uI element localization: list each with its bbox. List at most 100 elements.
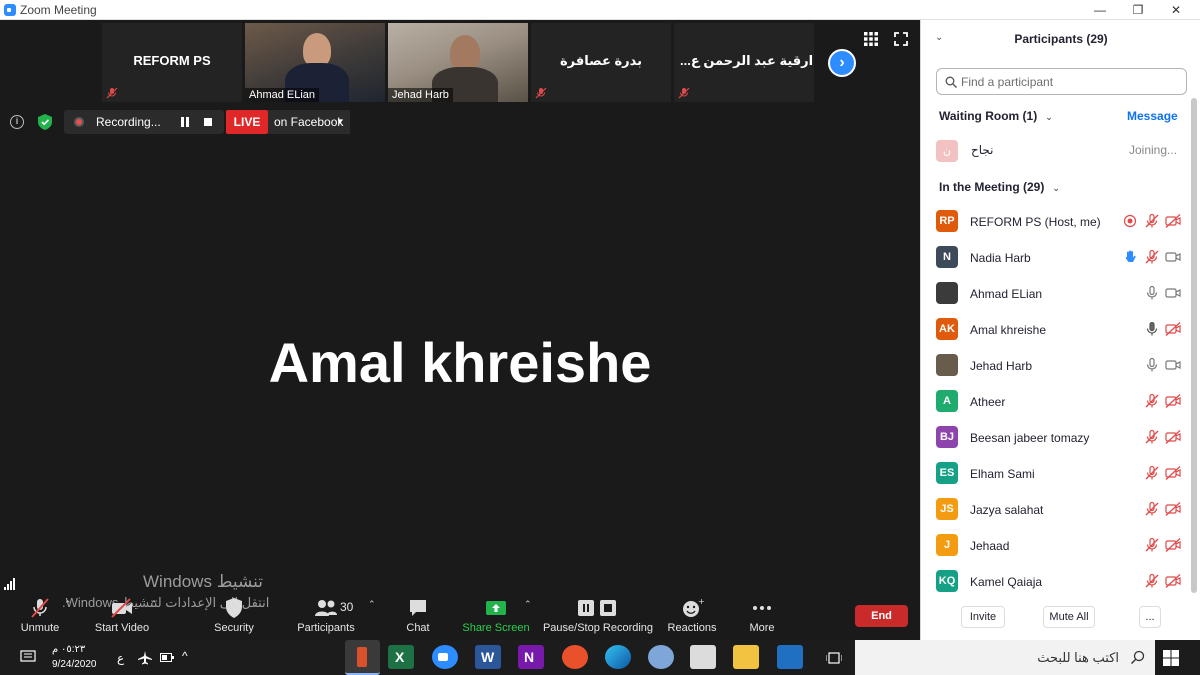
thumbnail-name: بدرة عصافرة bbox=[559, 53, 642, 68]
participant-row[interactable]: N Nadia Harb bbox=[921, 246, 1193, 282]
raised-hand-icon bbox=[1122, 249, 1138, 265]
video-icon bbox=[1165, 357, 1181, 373]
app-icon[interactable] bbox=[562, 645, 588, 669]
thumbnail-name: Jehad Harb bbox=[388, 88, 453, 102]
app-icon bbox=[357, 647, 367, 667]
invite-button[interactable]: Invite bbox=[961, 606, 1005, 628]
participant-row[interactable]: Jehad Harb bbox=[921, 354, 1193, 390]
info-icon[interactable]: i bbox=[10, 115, 24, 129]
participant-row[interactable]: KQ Kamel Qaiaja bbox=[921, 570, 1193, 606]
video-thumbnail[interactable]: Jehad Harb bbox=[388, 23, 528, 102]
pause-icon[interactable] bbox=[180, 117, 190, 127]
participant-name: Amal khreishe bbox=[970, 323, 1047, 337]
chevron-up-icon[interactable]: ^ bbox=[182, 649, 188, 663]
participant-row[interactable]: JS Jazya salahat bbox=[921, 498, 1193, 534]
avatar: N bbox=[936, 246, 958, 268]
video-thumbnail[interactable]: بدرة عصافرة bbox=[531, 23, 671, 102]
taskbar-app-button[interactable] bbox=[345, 640, 380, 675]
avatar bbox=[936, 282, 958, 304]
participant-name: نجاح bbox=[971, 143, 994, 157]
active-speaker-name: Amal khreishe bbox=[268, 331, 652, 394]
minimize-button[interactable]: — bbox=[1082, 0, 1118, 20]
participants-count: 30 bbox=[340, 600, 354, 614]
in-meeting-header[interactable]: In the Meeting (29) ⌄ bbox=[939, 180, 1060, 194]
video-off-icon bbox=[1165, 213, 1181, 229]
onenote-icon[interactable]: N bbox=[518, 645, 544, 669]
battery-icon[interactable] bbox=[160, 653, 174, 662]
live-target-label: on Facebook bbox=[274, 115, 344, 129]
shield-icon[interactable] bbox=[38, 114, 52, 130]
panel-scrollbar[interactable] bbox=[1191, 98, 1197, 593]
tray-date[interactable]: 9/24/2020 bbox=[52, 659, 97, 670]
waiting-room-header[interactable]: Waiting Room (1) ⌄ bbox=[939, 109, 1053, 123]
close-button[interactable]: ✕ bbox=[1158, 0, 1194, 20]
task-view-icon[interactable] bbox=[826, 650, 842, 666]
edge-icon[interactable] bbox=[605, 645, 631, 669]
video-options-caret[interactable]: ⌃ bbox=[150, 599, 158, 610]
participant-search[interactable] bbox=[936, 68, 1187, 95]
app-icon[interactable] bbox=[648, 645, 674, 669]
message-button[interactable]: Message bbox=[1127, 109, 1178, 123]
store-icon[interactable] bbox=[690, 645, 716, 669]
security-button[interactable]: Security bbox=[214, 595, 254, 640]
word-icon[interactable]: W bbox=[475, 645, 501, 669]
word-glyph: W bbox=[481, 649, 495, 665]
zoom-app-icon bbox=[4, 4, 16, 16]
video-thumbnail[interactable]: ...ارقية عبد الرحمن ع bbox=[674, 23, 814, 102]
chat-button[interactable]: Chat bbox=[398, 595, 438, 640]
windows-start-icon[interactable] bbox=[1163, 650, 1179, 666]
participant-row[interactable]: BJ Beesan jabeer tomazy bbox=[921, 426, 1193, 462]
file-explorer-icon[interactable] bbox=[733, 645, 759, 669]
unmute-button[interactable]: Unmute bbox=[20, 595, 60, 640]
mic-off-icon bbox=[1144, 501, 1160, 517]
search-input[interactable] bbox=[961, 73, 1181, 91]
participant-row[interactable]: RP REFORM PS (Host, me) bbox=[921, 210, 1193, 246]
participant-row[interactable]: ES Elham Sami bbox=[921, 462, 1193, 498]
participants-options-caret[interactable]: ⌃ bbox=[368, 599, 376, 610]
fullscreen-icon[interactable] bbox=[894, 32, 908, 46]
zoom-taskbar-icon[interactable] bbox=[432, 645, 458, 669]
recording-dot-icon bbox=[74, 117, 84, 127]
share-screen-button[interactable]: Share Screen bbox=[462, 595, 530, 640]
next-page-button[interactable]: › bbox=[828, 49, 856, 77]
mail-icon[interactable] bbox=[777, 645, 803, 669]
start-video-button[interactable]: Start Video bbox=[95, 595, 149, 640]
participant-name: REFORM PS (Host, me) bbox=[970, 215, 1101, 229]
tray-time[interactable]: ٠٥:٢٣ م bbox=[52, 644, 85, 655]
taskbar-search-box[interactable]: اكتب هنا للبحث bbox=[855, 640, 1155, 675]
live-target-dropdown[interactable]: on Facebook ▼ bbox=[268, 110, 350, 134]
participant-name: Jehaad bbox=[970, 539, 1010, 553]
share-options-caret[interactable]: ⌃ bbox=[524, 599, 532, 610]
more-label: More bbox=[749, 622, 775, 634]
zoom-camera-shape bbox=[438, 653, 448, 661]
input-language[interactable]: ع bbox=[117, 651, 124, 665]
video-off-icon bbox=[1165, 429, 1181, 445]
restore-button[interactable]: ❐ bbox=[1120, 0, 1156, 20]
participant-name: Jazya salahat bbox=[970, 503, 1044, 517]
audio-options-caret[interactable]: ⌃ bbox=[64, 599, 72, 610]
stop-icon[interactable] bbox=[204, 118, 212, 126]
excel-icon[interactable]: X bbox=[388, 645, 414, 669]
svg-text:+: + bbox=[698, 597, 704, 606]
participant-row[interactable]: A Atheer bbox=[921, 390, 1193, 426]
end-meeting-button[interactable]: End bbox=[855, 605, 908, 627]
mic-off-icon bbox=[1144, 429, 1160, 445]
participants-panel: ⌄ Participants (29) Waiting Room (1) ⌄ Me… bbox=[920, 20, 1200, 640]
participant-row[interactable]: AK Amal khreishe bbox=[921, 318, 1193, 354]
airplane-icon[interactable] bbox=[138, 651, 152, 665]
gallery-view-icon[interactable] bbox=[864, 32, 878, 46]
mute-all-button[interactable]: Mute All bbox=[1043, 606, 1095, 628]
more-button[interactable]: More bbox=[742, 595, 782, 640]
signal-strength-icon[interactable] bbox=[4, 578, 16, 590]
pause-stop-recording-button[interactable]: Pause/Stop Recording bbox=[543, 595, 653, 640]
participant-row[interactable]: Ahmad ELian bbox=[921, 282, 1193, 318]
participant-face bbox=[450, 35, 480, 71]
participant-name: Beesan jabeer tomazy bbox=[970, 431, 1090, 445]
panel-more-button[interactable]: ... bbox=[1139, 606, 1161, 628]
search-icon bbox=[1131, 650, 1145, 664]
video-thumbnail[interactable]: Ahmad ELian bbox=[245, 23, 385, 102]
notification-icon[interactable] bbox=[20, 650, 36, 664]
waiting-participant-row[interactable]: ن نجاح Joining... bbox=[921, 138, 1200, 162]
participant-row[interactable]: J Jehaad bbox=[921, 534, 1193, 570]
video-thumbnail[interactable]: REFORM PS bbox=[102, 23, 242, 102]
